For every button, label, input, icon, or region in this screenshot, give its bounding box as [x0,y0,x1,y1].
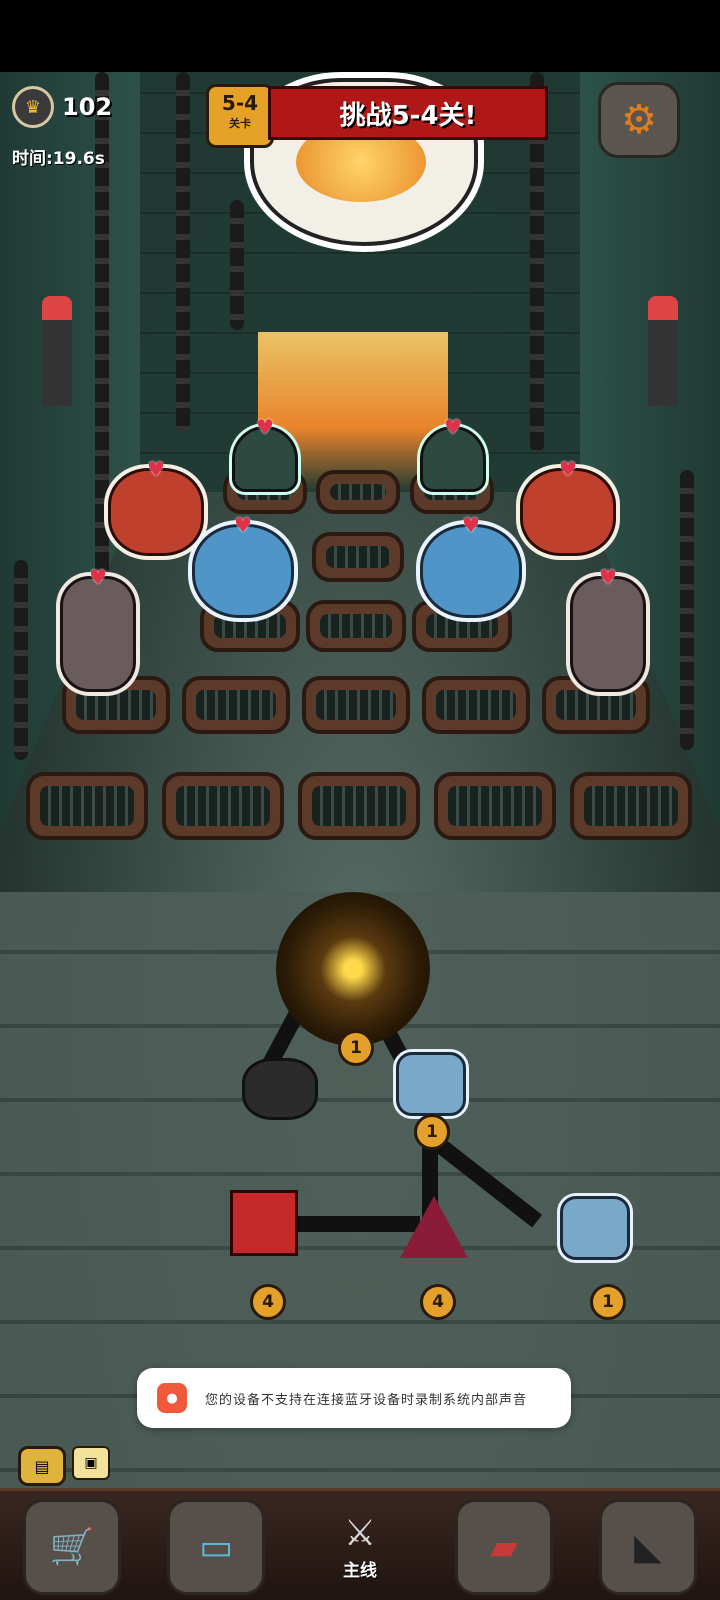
heart-icon: ♥ [444,415,462,439]
crown-counter: ♛ 102 [12,86,112,128]
floor-grate [570,772,692,840]
nav-main[interactable]: ⚔ 主线 [311,1499,409,1595]
challenge-banner-text: 挑战5-4关! [339,100,477,131]
skill-fist-upper[interactable] [396,1052,466,1116]
enemy-blue-slime-right[interactable]: ♥ [420,513,522,618]
enemy-reaper-left[interactable]: ♥ [60,565,136,692]
system-toast: ● 您的设备不支持在连接蓝牙设备时录制系统内部声音 [137,1368,571,1428]
level-sub-label: 关卡 [229,117,251,130]
heart-icon: ♥ [599,565,617,589]
heart-icon: ♥ [234,513,252,537]
enemy-blue-slime-left[interactable]: ♥ [192,513,294,618]
floor-grate [298,772,420,840]
enemy-red-demon-left[interactable]: ♥ [108,457,204,556]
chain-decoration [176,72,190,432]
level-badge: 5-4 关卡 [206,84,274,148]
wall-torch-right [648,296,678,406]
skill-red-box-level: 4 [250,1284,286,1320]
shopping-cart-icon: 🛒 [49,1527,95,1568]
floor-grate [162,772,284,840]
floor-grate [434,772,556,840]
level-number: 5-4 [221,91,259,115]
skill-spike[interactable] [400,1196,468,1258]
crown-count: 102 [62,93,113,121]
nav-main-label: 主线 [343,1561,377,1581]
enemy-claw-left[interactable]: ♥ [232,415,298,492]
tv-icon: ▭ [198,1526,233,1568]
floor-grate [316,470,400,514]
floor-grate [182,676,290,734]
heart-icon: ♥ [559,457,577,481]
toast-text: 您的设备不支持在连接蓝牙设备时录制系统内部声音 [205,1392,528,1408]
crown-icon: ♛ [12,86,54,128]
backpack-icon: ▰ [490,1526,518,1568]
heart-icon: ♥ [89,565,107,589]
bottom-nav: 🛒 ▭ ⚔ 主线 ▰ ◣ [0,1488,720,1600]
enemy-claw-right[interactable]: ♥ [420,415,486,492]
skill-fist-right[interactable] [560,1196,630,1260]
skill-red-box[interactable] [230,1190,298,1256]
heart-icon: ♥ [256,415,274,439]
skill-core-level: 1 [338,1030,374,1066]
heart-icon: ♥ [147,457,165,481]
chain-decoration [14,560,28,760]
screen-record-icon: ● [157,1383,187,1413]
scroll-icon[interactable]: ▤ [18,1446,66,1486]
floor-grate [306,600,406,652]
skill-spike-level: 4 [420,1284,456,1320]
skill-rock-locked[interactable] [242,1058,318,1120]
timer-label: 时间:19.6s [12,149,105,169]
nav-shop[interactable]: 🛒 [23,1499,121,1595]
chain-decoration [680,470,694,750]
floor-grate [422,676,530,734]
nav-backpack[interactable]: ▰ [455,1499,553,1595]
challenge-banner: 挑战5-4关! [268,86,548,140]
crossed-swords-icon: ⚔ [343,1513,377,1554]
floor-grate [312,532,404,582]
nav-tv[interactable]: ▭ [167,1499,265,1595]
skill-core-orb[interactable] [276,892,430,1046]
nav-crow[interactable]: ◣ [599,1499,697,1595]
game-screen: ♥ ♥ ♥ ♥ ♥ ♥ ♥ ♥ ♛ 102 时间:19.6s 5-4 关卡 挑战… [0,0,720,1600]
skill-fist-right-level: 1 [590,1284,626,1320]
enemy-red-demon-right[interactable]: ♥ [520,457,616,556]
crow-icon: ◣ [634,1526,662,1568]
settings-button[interactable]: ⚙ [598,82,680,158]
gift-icon[interactable]: ▣ [72,1446,110,1480]
heart-icon: ♥ [462,513,480,537]
wall-torch-left [42,296,72,406]
chain-decoration [230,200,244,330]
skill-fist-upper-level: 1 [414,1114,450,1150]
enemy-reaper-right[interactable]: ♥ [570,565,646,692]
floor-grate [302,676,410,734]
gear-icon: ⚙ [621,97,657,143]
floor-grate [26,772,148,840]
